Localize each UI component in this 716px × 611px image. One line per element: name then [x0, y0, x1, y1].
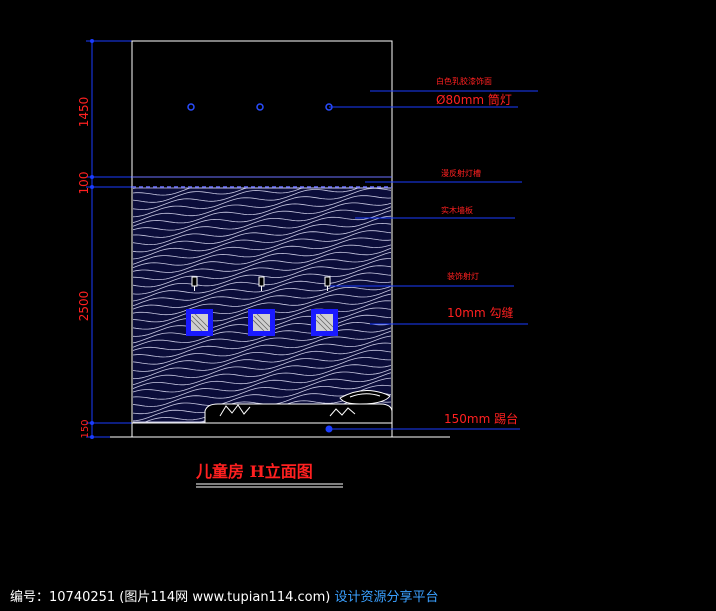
- decor-frames: [186, 309, 338, 336]
- callout-platform: 150mm 踢台: [444, 411, 518, 426]
- decor-frame-icon: [248, 309, 275, 336]
- callout-light-trough: 漫反射灯槽: [441, 168, 481, 178]
- downlight-icon: [187, 103, 195, 111]
- dimension-chain: [86, 40, 132, 438]
- callout-downlight: Ø80mm 筒灯: [436, 92, 512, 107]
- callout-texts: 白色乳胶漆饰面 Ø80mm 筒灯 漫反射灯槽 实木墙板 装饰射灯 10mm 勾缝…: [436, 76, 518, 426]
- drawing-title: 儿童房 H立面图: [195, 462, 343, 488]
- elevation-drawing: 1450 100 2500 150 白色乳胶漆饰面 Ø80mm 筒灯 漫反射灯槽…: [77, 39, 538, 488]
- wood-panel-hatch: [132, 187, 392, 423]
- light-trough: [132, 176, 392, 188]
- callout-wood-panel: 实木墙板: [441, 205, 473, 215]
- watermark-tagline: 设计资源分享平台: [334, 590, 439, 605]
- watermark-id: 编号：10740251 (图片114网 www.tupian114.com): [10, 590, 331, 605]
- dimension-label-150: 150: [80, 419, 91, 438]
- dimension-label-100: 100: [77, 172, 91, 195]
- callout-spotlight: 装饰射灯: [447, 271, 479, 281]
- dimension-label-1450: 1450: [77, 97, 91, 128]
- watermark-footer: 编号：10740251 (图片114网 www.tupian114.com) 设…: [10, 586, 439, 605]
- decor-frame-icon: [311, 309, 338, 336]
- downlight-icon: [256, 103, 264, 111]
- callout-groove: 10mm 勾缝: [447, 305, 513, 320]
- dimension-labels: 1450 100 2500 150: [77, 97, 91, 439]
- drawing-title-text: 儿童房 H立面图: [195, 462, 313, 481]
- callout-white-latex-paint: 白色乳胶漆饰面: [436, 76, 492, 86]
- decor-frame-icon: [186, 309, 213, 336]
- dimension-label-2500: 2500: [77, 291, 91, 322]
- downlights: [187, 103, 333, 111]
